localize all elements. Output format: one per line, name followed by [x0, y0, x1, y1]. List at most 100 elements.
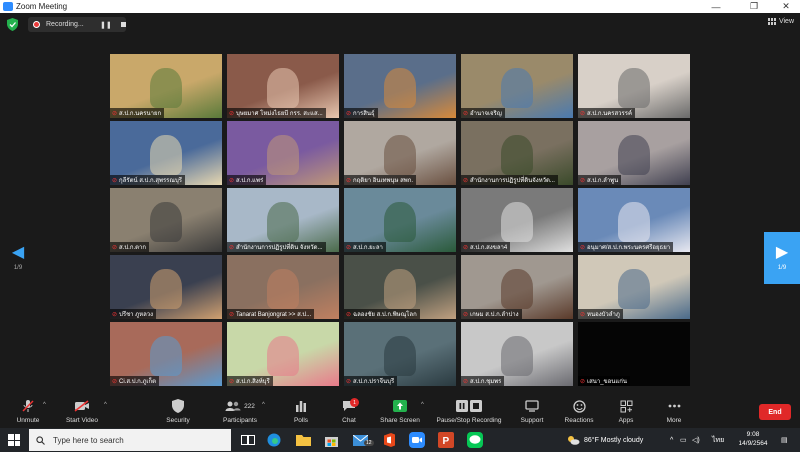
participant-tile[interactable]: ⊘ สำนักงานการปฏิรูปที่ดินจังหวัด... [461, 121, 573, 185]
powerpoint-icon[interactable]: P [437, 431, 455, 449]
zoom-app-icon[interactable] [408, 431, 426, 449]
participant-tile[interactable]: ⊘ Ci.ส.ป.ก.ภูเก็ต [110, 322, 222, 386]
participant-name: สำนักงานการปฏิรูปที่ดินจังหวัด... [470, 178, 555, 184]
participant-name: ส.ป.ก.แพร่ [236, 178, 264, 184]
participant-video-shape [267, 269, 299, 309]
weather-widget[interactable]: 86°F Mostly cloudy [566, 428, 643, 452]
input-language[interactable]: ไทย [712, 428, 724, 452]
participant-tile[interactable]: ⊘ ส.ป.ก.นครสวรรค์ [578, 54, 690, 118]
participant-video-shape [267, 202, 299, 242]
shield-icon[interactable] [7, 18, 18, 31]
muted-mic-icon: ⊘ [346, 311, 352, 318]
participant-tile[interactable]: ⊘ ส.ป.ก.สิงห์บุรี [227, 322, 339, 386]
muted-mic-icon: ⊘ [463, 110, 469, 117]
windows-start-icon[interactable] [8, 434, 20, 446]
share-options-caret-icon[interactable]: ^ [421, 402, 424, 408]
participants-icon [225, 401, 241, 411]
participant-tile[interactable]: ⊘ กุลีรัตน์ ส.ป.ก.สุพรรณบุรี [110, 121, 222, 185]
participant-tile[interactable]: ⊘ ส.ป.ก.แพร่ [227, 121, 339, 185]
share-screen-button[interactable]: Share Screen [372, 394, 428, 426]
view-button[interactable]: View [767, 18, 794, 25]
participant-tile[interactable]: ⊘ เกษม ส.ป.ก.ลำปาง [461, 255, 573, 319]
pause-stop-recording-button[interactable]: Pause/Stop Recording [436, 394, 502, 426]
participant-name-label: ⊘ ส.ป.ก.สงขลา4 [461, 242, 511, 252]
participant-video-shape [384, 269, 416, 309]
participant-tile[interactable]: ⊘ การสินธุ์ [344, 54, 456, 118]
mail-badge: 12 [364, 440, 374, 446]
cloud-sun-icon [568, 436, 580, 445]
polls-icon [296, 401, 306, 412]
chat-button[interactable]: Chat [321, 394, 377, 426]
participant-tile[interactable]: ⊘ หนองบัวลำภู [578, 255, 690, 319]
stop-recording-icon[interactable] [120, 22, 126, 27]
muted-mic-icon: ⊘ [580, 177, 586, 184]
participant-tile[interactable]: ⊘ กฤติยา อินเทพนุษ สพก. [344, 121, 456, 185]
participant-tile[interactable]: ⊘ อนุมาศ/ส.ป.ก.พระนครศรีอยุธยา [578, 188, 690, 252]
line-app-icon[interactable] [466, 431, 484, 449]
audio-options-caret-icon[interactable]: ^ [43, 402, 46, 408]
taskbar-search-box[interactable]: Type here to search [29, 429, 231, 451]
participant-tile[interactable]: ⊘ ส.ป.ก.ชุมพร [461, 322, 573, 386]
recording-indicator: Recording... ❚❚ [28, 17, 126, 32]
network-icon[interactable]: ▭ [680, 428, 687, 452]
participant-video-shape [501, 269, 533, 309]
taskbar-clock[interactable]: 9:08 14/9/2564 [733, 430, 773, 448]
participant-video-shape [384, 68, 416, 108]
previous-page-button[interactable]: ◀ 1/9 [0, 232, 36, 284]
participant-tile[interactable]: ⊘ ส.ป.ก.นครนายก [110, 54, 222, 118]
participant-tile[interactable]: ⊘ ส.ป.ก.ตาก [110, 188, 222, 252]
participant-tile[interactable]: ⊘ ส.ป.ก.ลำพูน [578, 121, 690, 185]
meeting-topbar: Recording... ❚❚ View [0, 13, 800, 37]
participant-video-shape [384, 135, 416, 175]
muted-mic-icon: ⊘ [229, 311, 235, 318]
video-options-caret-icon[interactable]: ^ [104, 402, 107, 408]
more-button[interactable]: More [646, 394, 702, 426]
security-shield-icon [172, 399, 184, 413]
minimize-icon[interactable]: — [704, 0, 728, 13]
gallery-view: ◀ 1/9 ▶ 1/9 ⊘ ส.ป.ก.นครนายก ⊘ บุษยมาศ โหม่ง… [0, 37, 800, 392]
participant-tile[interactable]: ⊘ ส.ป.ก.สงขลา4 [461, 188, 573, 252]
support-icon [525, 400, 539, 412]
recording-dot-icon [33, 21, 40, 28]
office-icon[interactable] [380, 431, 398, 449]
muted-mic-icon: ⊘ [463, 244, 469, 251]
notification-center-icon[interactable]: ▤ [781, 428, 788, 452]
microsoft-store-icon[interactable] [322, 431, 340, 449]
participants-button[interactable]: 222 Participants [212, 394, 268, 426]
security-button[interactable]: Security [150, 394, 206, 426]
file-explorer-icon[interactable] [294, 431, 312, 449]
participant-tile[interactable]: ⊘ บุษยมาศ โหม่งไธยบี กรร. สะแส... [227, 54, 339, 118]
pause-recording-icon[interactable]: ❚❚ [100, 21, 112, 29]
participant-video-shape [384, 336, 416, 376]
participant-name: หนองบัวลำภู [587, 312, 620, 318]
next-page-button[interactable]: ▶ 1/9 [764, 232, 800, 284]
maximize-icon[interactable]: ❐ [742, 0, 766, 13]
muted-mic-icon: ⊘ [346, 378, 352, 385]
participant-tile[interactable]: ⊘ ฉลองชัย ส.ป.ก.พิษณุโลก [344, 255, 456, 319]
end-meeting-button[interactable]: End [759, 404, 791, 420]
participant-tile[interactable]: ⊘ ส.ป.ก.ยะลา [344, 188, 456, 252]
participant-tile[interactable]: ⊘ เสนา_ขอนแก่น [578, 322, 690, 386]
participants-options-caret-icon[interactable]: ^ [262, 402, 265, 408]
task-view-icon[interactable] [239, 431, 257, 449]
close-icon[interactable]: ✕ [774, 0, 798, 13]
participant-tile[interactable]: ⊘ ปรีชา ภูหลวง [110, 255, 222, 319]
participant-tile[interactable]: ⊘ ส.ป.ก.ปราจีนบุรี [344, 322, 456, 386]
participant-tile[interactable]: ⊘ อำนาจเจริญ [461, 54, 573, 118]
start-video-button[interactable]: Start Video [54, 394, 110, 426]
recording-label: Recording... [46, 21, 84, 28]
participant-name-label: ⊘ ส.ป.ก.ชุมพร [461, 376, 505, 386]
participant-name-label: ⊘ สำนักงานการปฏิรูปที่ดินจังหวัด... [461, 175, 558, 185]
participant-name-label: ⊘ ฉลองชัย ส.ป.ก.พิษณุโลก [344, 309, 420, 319]
participant-name: ส.ป.ก.ยะลา [353, 245, 383, 251]
unmute-button[interactable]: Unmute [0, 394, 56, 426]
participant-video-shape [501, 135, 533, 175]
edge-browser-icon[interactable] [265, 431, 283, 449]
tray-chevron-up-icon[interactable]: ^ [670, 428, 673, 452]
participant-video-shape [501, 202, 533, 242]
participant-video-shape [618, 135, 650, 175]
participant-tile[interactable]: ⊘ สำนักงานการปฏิรูปที่ดิน จังหวัด... [227, 188, 339, 252]
volume-icon[interactable]: ◁) [692, 428, 700, 452]
participant-tile[interactable]: ⊘ Tanarat Banjongrat >> ส.ป... [227, 255, 339, 319]
participant-video-shape [150, 135, 182, 175]
